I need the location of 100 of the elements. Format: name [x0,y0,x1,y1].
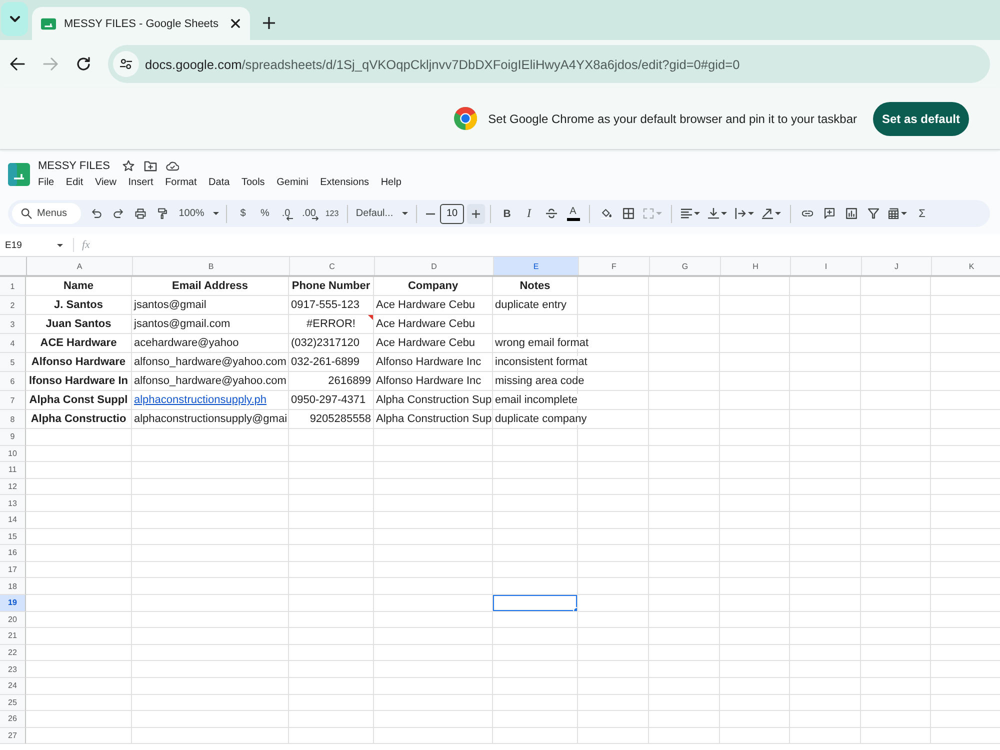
align-left-icon[interactable] [681,208,692,219]
row-header[interactable]: 25 [0,694,26,712]
row-header[interactable]: 24 [0,678,26,694]
site-info-button[interactable] [113,51,139,77]
name-box[interactable]: E19 [0,240,53,250]
font-select[interactable]: Defaul... [353,204,411,224]
functions-button[interactable]: Σ [911,204,933,224]
menu-item[interactable]: View [94,177,116,188]
borders-icon[interactable] [622,208,634,219]
row-header[interactable]: 26 [0,711,26,728]
row-header[interactable]: 9 [0,429,26,446]
folder-icon[interactable] [144,160,157,172]
document-title[interactable]: MESSY FILES [38,160,110,172]
row-header[interactable]: 18 [0,578,26,595]
zoom-select[interactable]: 100% [177,204,221,224]
add-comment-icon[interactable] [824,208,834,219]
row-header[interactable]: 5 [0,353,26,372]
align-bottom-icon[interactable] [708,208,719,219]
star-icon[interactable] [122,160,135,172]
font-size-field[interactable]: 10 [440,204,464,224]
italic-button[interactable]: I [518,204,540,224]
caret-down-icon[interactable] [57,244,63,246]
column-header[interactable]: J [862,257,932,275]
row-header[interactable]: 12 [0,478,26,496]
row-header[interactable]: 4 [0,334,26,353]
spreadsheet-logo-icon[interactable] [8,163,30,186]
increase-decimal-button[interactable]: .00 [299,204,322,224]
currency-format-button[interactable]: $ [232,204,254,224]
column-header[interactable]: B [133,257,290,275]
text-rotation-icon[interactable] [762,208,773,219]
row-header[interactable]: 21 [0,628,26,645]
row-header[interactable]: 22 [0,644,26,662]
strikethrough-icon[interactable] [546,208,556,219]
tab-list-button[interactable] [1,2,28,36]
column-header[interactable]: I [791,257,862,275]
plus-icon[interactable] [263,17,275,29]
close-icon[interactable] [231,19,240,28]
tune-icon [120,58,132,70]
cell-text: Juan Santos [46,318,112,330]
link-icon[interactable] [802,208,812,219]
increase-font-size-button[interactable] [467,204,485,224]
undo-icon[interactable] [90,208,102,219]
column-header[interactable]: A [27,257,133,275]
row-header[interactable]: 10 [0,446,26,462]
row-header[interactable]: 19 [0,594,26,612]
row-header[interactable]: 17 [0,562,26,578]
row-header[interactable]: 27 [0,728,26,744]
paint-roller-icon[interactable] [156,208,168,219]
row-header[interactable]: 1 [0,277,26,296]
cell-text: alfonso_hardware@yahoo.com [134,375,286,387]
select-all-corner[interactable] [0,257,27,275]
back-arrow-icon[interactable] [10,57,25,71]
menu-item[interactable]: Insert [128,177,154,188]
menu-item[interactable]: File [38,177,54,188]
menu-item[interactable]: Edit [66,177,84,188]
menu-item[interactable]: Gemini [276,177,308,188]
decrease-decimal-button[interactable]: .0 [276,204,299,224]
column-header[interactable]: E [494,257,579,275]
text-wrap-icon[interactable] [735,208,746,219]
menu-item[interactable]: Data [208,177,230,188]
row-header[interactable]: 3 [0,315,26,334]
cloud-icon[interactable] [166,160,179,172]
text-color-button[interactable]: A [562,204,584,224]
address-field[interactable]: docs.google.com/spreadsheets/d/1Sj_qVKOqpCkljnvv7DbDXFoigIEliHwyA4YX8a6jdos/edit?gid=0#gid=0 [108,45,990,83]
table-icon[interactable] [888,208,899,219]
column-header[interactable]: G [650,257,721,275]
chart-icon[interactable] [846,208,856,219]
row-header[interactable]: 20 [0,612,26,628]
filter-icon[interactable] [868,208,878,219]
row-header[interactable]: 23 [0,661,26,678]
row-header[interactable]: 8 [0,410,26,429]
row-header[interactable]: 13 [0,495,26,512]
number-format-button[interactable]: 123 [322,204,342,224]
column-header[interactable]: F [579,257,650,275]
print-icon[interactable] [134,208,146,219]
row-header[interactable]: 2 [0,296,26,315]
row-header[interactable]: 14 [0,512,26,529]
menu-search-field[interactable]: Menus [12,203,81,224]
row-header[interactable]: 7 [0,391,26,410]
browser-tab[interactable]: MESSY FILES - Google Sheets [32,7,250,40]
menu-item[interactable]: Extensions [320,177,370,188]
row-header[interactable]: 11 [0,462,26,479]
row-header[interactable]: 16 [0,545,26,562]
percent-format-button[interactable]: % [254,204,276,224]
minus-icon[interactable] [426,212,434,214]
cell-link[interactable]: alphaconstructionsupply.ph [134,394,266,406]
menu-item[interactable]: Help [380,177,402,188]
menu-item[interactable]: Format [165,177,197,188]
menu-item[interactable]: Tools [241,177,265,188]
set-default-button[interactable]: Set as default [873,102,969,136]
column-header[interactable]: D [375,257,494,275]
reload-icon[interactable] [76,57,91,71]
column-header[interactable]: K [932,257,1000,275]
redo-icon[interactable] [112,208,124,219]
row-header[interactable]: 6 [0,372,26,391]
paint-bucket-icon[interactable] [600,208,612,219]
column-header[interactable]: C [290,257,375,275]
bold-button[interactable]: B [496,204,518,224]
column-header[interactable]: H [721,257,791,275]
row-header[interactable]: 15 [0,528,26,546]
